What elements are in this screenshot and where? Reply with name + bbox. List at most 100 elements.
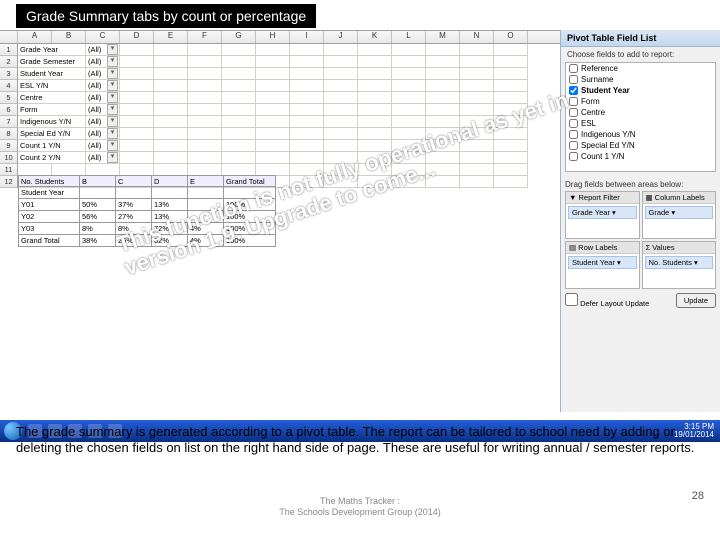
column-headers: ABCDEFGHIJKLMNO [0, 30, 560, 44]
filter-dropdown[interactable]: (All) [86, 128, 120, 140]
pivot-header-cell: B [80, 175, 116, 187]
area-item[interactable]: Grade ▾ [645, 206, 714, 219]
column-header[interactable]: C [86, 31, 120, 43]
excel-screenshot: ABCDEFGHIJKLMNO 1Grade Year(All)2Grade S… [0, 30, 720, 412]
row-header[interactable]: 4 [0, 80, 18, 92]
pivot-cell: 8% [80, 223, 116, 235]
area-item[interactable]: Grade Year ▾ [568, 206, 637, 219]
column-header[interactable]: G [222, 31, 256, 43]
field-list-item[interactable]: Surname [566, 74, 715, 85]
pivot-cell [80, 187, 116, 199]
field-list[interactable]: ReferenceSurnameStudent YearFormCentreES… [565, 62, 716, 172]
pivot-cell [188, 187, 224, 199]
filter-row: 1Grade Year(All) [0, 44, 560, 56]
pivot-header-cell: D [152, 175, 188, 187]
filter-dropdown[interactable]: (All) [86, 80, 120, 92]
filter-label: Grade Semester [18, 56, 86, 68]
row-header[interactable]: 11 [0, 164, 18, 176]
row-header[interactable]: 12 [0, 176, 18, 188]
field-checkbox[interactable] [569, 64, 578, 73]
pivot-field-pane: Pivot Table Field List Choose fields to … [560, 30, 720, 412]
field-checkbox[interactable] [569, 97, 578, 106]
row-header[interactable]: 5 [0, 92, 18, 104]
field-checkbox[interactable] [569, 152, 578, 161]
field-list-item[interactable]: Centre [566, 107, 715, 118]
field-list-item[interactable]: ESL [566, 118, 715, 129]
column-header[interactable]: I [290, 31, 324, 43]
pivot-cell: 13% [152, 199, 188, 211]
pivot-header-cell: No. Students [18, 175, 80, 187]
row-header[interactable]: 10 [0, 152, 18, 164]
filter-label: Student Year [18, 68, 86, 80]
field-checkbox[interactable] [569, 75, 578, 84]
pivot-cell: Y01 [18, 199, 80, 211]
column-header[interactable]: O [494, 31, 528, 43]
column-header[interactable]: A [18, 31, 52, 43]
filter-label: Centre [18, 92, 86, 104]
pivot-cell: 27% [116, 211, 152, 223]
column-header[interactable]: E [154, 31, 188, 43]
area-item[interactable]: No. Students ▾ [645, 256, 714, 269]
column-header[interactable]: K [358, 31, 392, 43]
row-header[interactable]: 9 [0, 140, 18, 152]
column-header[interactable]: J [324, 31, 358, 43]
field-list-item[interactable]: Form [566, 96, 715, 107]
update-button[interactable]: Update [676, 293, 716, 308]
filter-dropdown[interactable]: (All) [86, 152, 120, 164]
field-checkbox[interactable] [569, 141, 578, 150]
field-list-item[interactable]: Indigenous Y/N [566, 129, 715, 140]
field-checkbox[interactable] [569, 86, 578, 95]
row-header[interactable]: 6 [0, 104, 18, 116]
field-list-item[interactable]: Count 1 Y/N [566, 151, 715, 162]
column-header[interactable]: H [256, 31, 290, 43]
filter-dropdown[interactable]: (All) [86, 56, 120, 68]
filter-row: 5Centre(All) [0, 92, 560, 104]
filter-label: ESL Y/N [18, 80, 86, 92]
field-list-item[interactable]: Special Ed Y/N [566, 140, 715, 151]
field-list-title: Pivot Table Field List [561, 30, 720, 47]
pivot-cell: 37% [116, 199, 152, 211]
filter-row: 3Student Year(All) [0, 68, 560, 80]
pivot-cell: 50% [80, 199, 116, 211]
column-header[interactable]: M [426, 31, 460, 43]
slide-body-text: The grade summary is generated according… [16, 424, 704, 457]
pivot-cell: 56% [80, 211, 116, 223]
filter-dropdown[interactable]: (All) [86, 92, 120, 104]
filter-label: Indigenous Y/N [18, 116, 86, 128]
filter-dropdown[interactable]: (All) [86, 68, 120, 80]
field-list-item[interactable]: Reference [566, 63, 715, 74]
page-number: 28 [692, 490, 704, 502]
pivot-cell: Y02 [18, 211, 80, 223]
row-header[interactable]: 7 [0, 116, 18, 128]
filter-label: Count 1 Y/N [18, 140, 86, 152]
pivot-header-cell: C [116, 175, 152, 187]
filter-dropdown[interactable]: (All) [86, 104, 120, 116]
filter-dropdown[interactable]: (All) [86, 44, 120, 56]
area-column-labels[interactable]: ▦ Column LabelsGrade ▾ [642, 191, 717, 239]
pivot-cell: Grand Total [18, 235, 80, 247]
row-header[interactable]: 8 [0, 128, 18, 140]
column-header[interactable]: D [120, 31, 154, 43]
column-header[interactable]: B [52, 31, 86, 43]
column-header[interactable]: F [188, 31, 222, 43]
column-header[interactable]: L [392, 31, 426, 43]
filter-dropdown[interactable]: (All) [86, 116, 120, 128]
field-list-item[interactable]: Student Year [566, 85, 715, 96]
pivot-cell: Student Year [18, 187, 80, 199]
areas-grid: ▼ Report FilterGrade Year ▾▦ Column Labe… [565, 191, 716, 289]
area-row-labels[interactable]: ▤ Row LabelsStudent Year ▾ [565, 241, 640, 289]
area-values[interactable]: Σ ValuesNo. Students ▾ [642, 241, 717, 289]
filter-label: Count 2 Y/N [18, 152, 86, 164]
row-header[interactable]: 2 [0, 56, 18, 68]
slide-title: Grade Summary tabs by count or percentag… [16, 4, 316, 28]
area-item[interactable]: Student Year ▾ [568, 256, 637, 269]
pivot-cell [116, 187, 152, 199]
filter-dropdown[interactable]: (All) [86, 140, 120, 152]
row-header[interactable]: 3 [0, 68, 18, 80]
footer-credit: The Maths Tracker : The Schools Developm… [0, 496, 720, 518]
filter-row: 4ESL Y/N(All) [0, 80, 560, 92]
row-header[interactable]: 1 [0, 44, 18, 56]
column-header[interactable]: N [460, 31, 494, 43]
defer-checkbox[interactable]: Defer Layout Update [565, 293, 649, 308]
area-report-filter[interactable]: ▼ Report FilterGrade Year ▾ [565, 191, 640, 239]
